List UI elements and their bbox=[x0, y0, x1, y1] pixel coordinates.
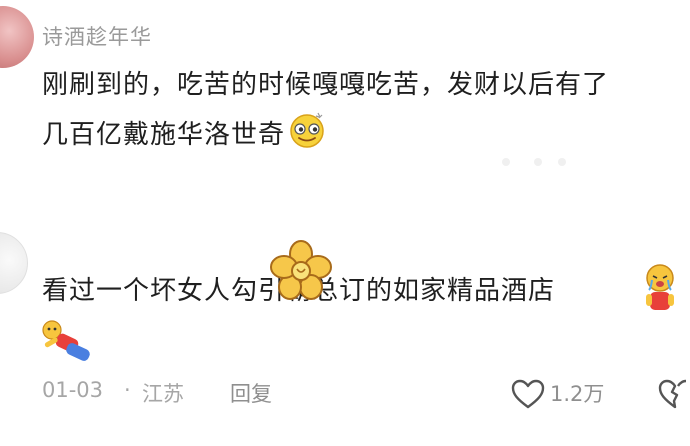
comment-username[interactable]: 诗酒趁年华 bbox=[42, 21, 152, 51]
faint-dots-decoration bbox=[502, 158, 566, 166]
flower-sticker-icon bbox=[270, 240, 332, 300]
avatar[interactable] bbox=[0, 6, 34, 68]
reply-button[interactable]: 回复 bbox=[230, 378, 272, 408]
broken-heart-outline-icon[interactable] bbox=[658, 378, 690, 410]
like-count: 1.2万 bbox=[550, 382, 605, 406]
comment-location: 江苏 bbox=[142, 382, 184, 406]
footer-separator: · bbox=[124, 378, 131, 402]
comment-footer: 01-03 · 江苏 回复 1.2万 bbox=[42, 374, 690, 410]
crying-face-sticker-icon bbox=[646, 264, 674, 310]
smiling-face-sticker-icon bbox=[287, 109, 324, 148]
avatar-secondary[interactable] bbox=[0, 232, 28, 294]
lying-person-sticker-icon bbox=[42, 320, 90, 361]
comment-text-line2: 几百亿戴施华洛世奇 bbox=[42, 109, 324, 155]
comment-text-line1: 刚刷到的，吃苦的时候嘎嘎吃苦，发财以后有了 bbox=[42, 70, 610, 100]
comment-date: 01-03 bbox=[42, 378, 104, 402]
comment-text-line2-content: 几百亿戴施华洛世奇 bbox=[42, 120, 286, 150]
heart-outline-icon[interactable] bbox=[510, 378, 546, 410]
